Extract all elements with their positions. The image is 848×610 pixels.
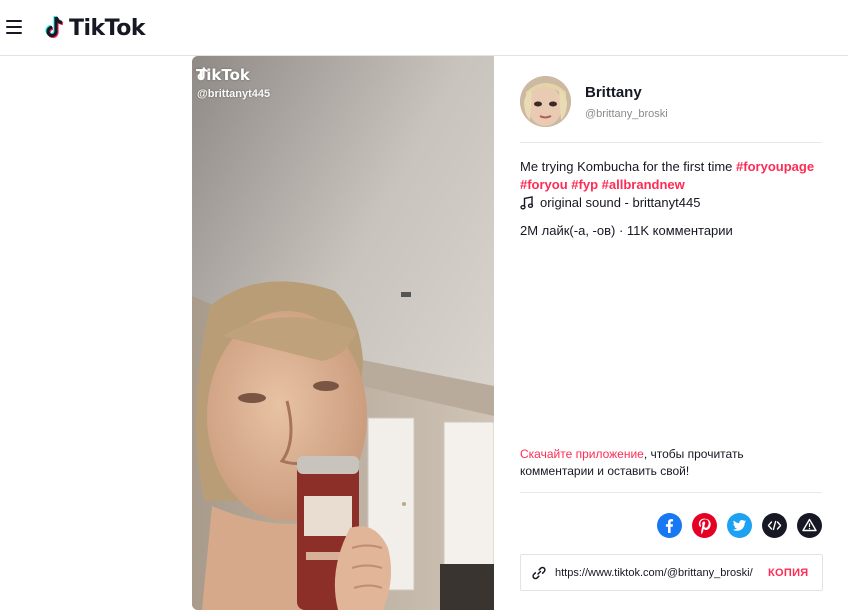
pinterest-icon[interactable] xyxy=(692,513,717,538)
caption-text: Me trying Kombucha for the first time xyxy=(520,159,733,174)
author-username[interactable]: @brittany_broski xyxy=(585,107,668,121)
download-prompt: Скачайте приложение, чтобы прочитать ком… xyxy=(520,446,820,480)
author-display-name[interactable]: Brittany xyxy=(585,83,668,103)
divider xyxy=(520,492,822,493)
author-profile[interactable]: Brittany @brittany_broski xyxy=(520,76,668,127)
video-frame xyxy=(192,56,494,610)
video-details-panel: Brittany @brittany_broski Me trying Komb… xyxy=(494,56,848,610)
video-watermark: TikTok @brittanyt445 xyxy=(196,66,270,100)
tiktok-note-icon xyxy=(197,67,208,81)
video-player[interactable]: TikTok @brittanyt445 xyxy=(192,56,494,610)
watermark-username: @brittanyt445 xyxy=(197,88,271,100)
video-url-field[interactable]: https://www.tiktok.com/@brittany_broski/… xyxy=(555,567,753,579)
share-buttons xyxy=(647,513,822,538)
video-caption: Me trying Kombucha for the first time #f… xyxy=(520,158,826,194)
top-header: TikTok xyxy=(0,0,848,56)
hashtag-link[interactable]: #fyp xyxy=(571,177,598,192)
embed-icon[interactable] xyxy=(762,513,787,538)
music-label: original sound - brittanyt445 xyxy=(540,195,701,210)
report-icon[interactable] xyxy=(797,513,822,538)
music-note-icon xyxy=(520,195,534,209)
hashtag-link[interactable]: #allbrandnew xyxy=(602,177,685,192)
brand-name: TikTok xyxy=(69,15,146,41)
copy-link-button[interactable]: КОПИЯ xyxy=(768,567,809,579)
tiktok-note-icon xyxy=(45,15,64,39)
hamburger-menu-icon[interactable] xyxy=(6,20,22,34)
tiktok-logo[interactable]: TikTok xyxy=(44,12,146,44)
download-app-link[interactable]: Скачайте приложение xyxy=(520,447,644,461)
avatar[interactable] xyxy=(520,76,571,127)
video-url-box: https://www.tiktok.com/@brittany_broski/… xyxy=(520,554,823,591)
link-icon xyxy=(532,566,546,579)
hashtag-link[interactable]: #foryou xyxy=(520,177,568,192)
twitter-icon[interactable] xyxy=(727,513,752,538)
facebook-icon[interactable] xyxy=(657,513,682,538)
video-stats: 2M лайк(-а, -ов) · 11K комментарии xyxy=(520,223,733,238)
divider xyxy=(520,142,822,143)
hashtag-link[interactable]: #foryoupage xyxy=(736,159,814,174)
music-info[interactable]: original sound - brittanyt445 xyxy=(520,195,700,210)
